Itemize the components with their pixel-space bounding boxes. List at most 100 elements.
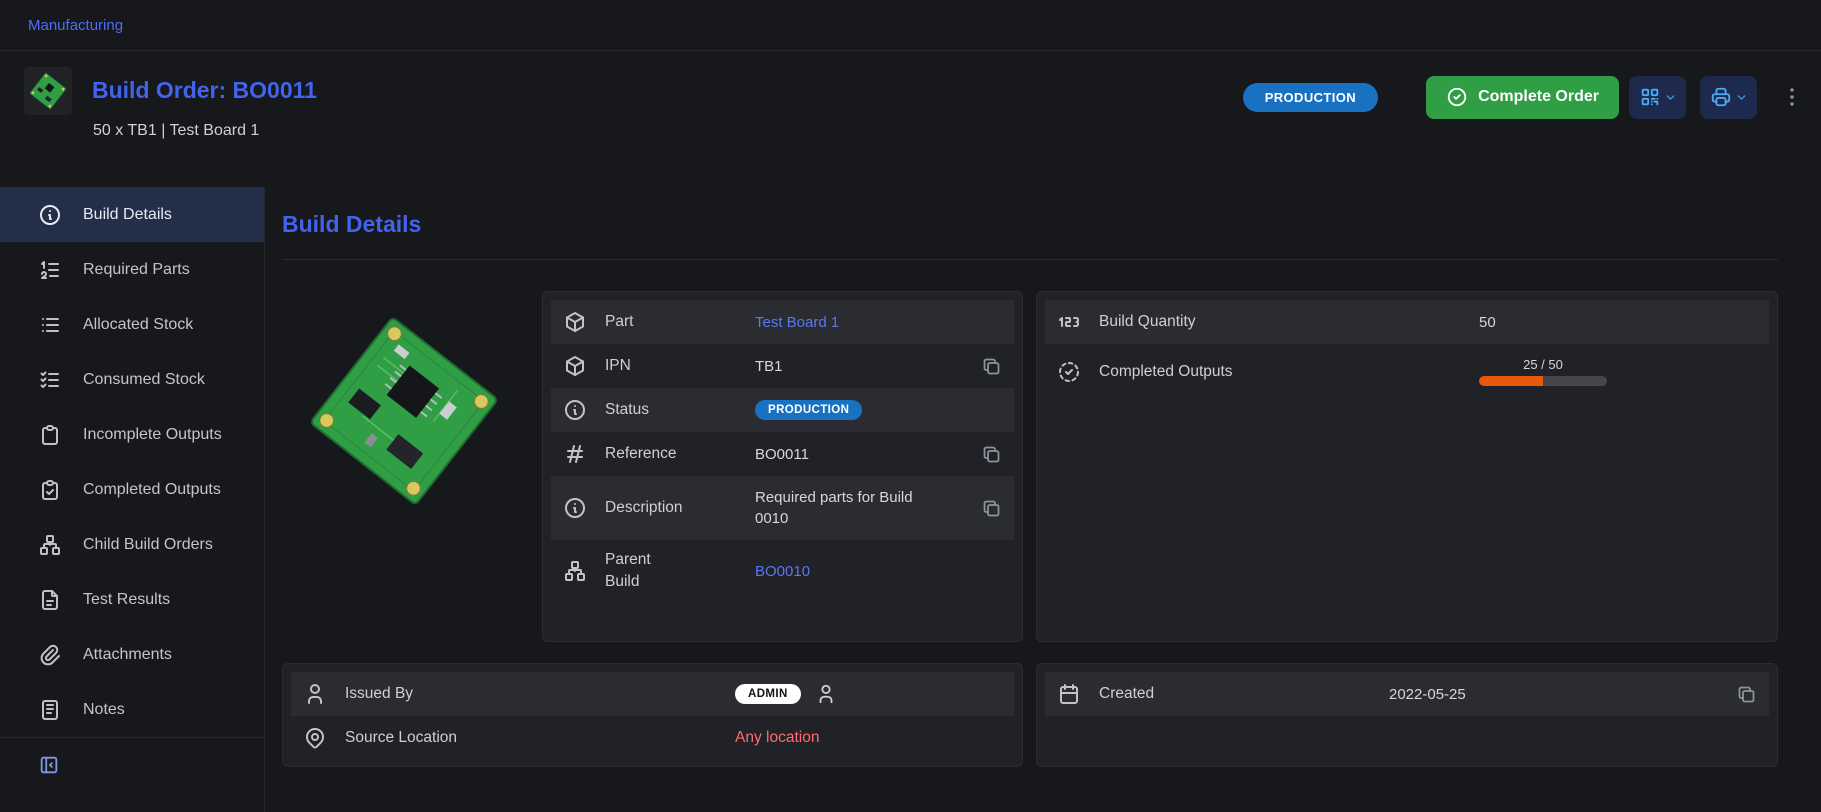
created-value: 2022-05-25 — [1389, 686, 1466, 703]
sidebar-item-consumed-stock[interactable]: Consumed Stock — [0, 352, 264, 407]
detail-label: Source Location — [345, 729, 735, 747]
info-circle-icon — [563, 398, 587, 422]
sidebar-item-attachments[interactable]: Attachments — [0, 627, 264, 682]
hash-icon — [563, 442, 587, 466]
main-panel: Build Details — [265, 187, 1821, 812]
build-details-card: Part Test Board 1 IPN TB1 Status — [542, 291, 1023, 642]
header-actions: PRODUCTION Complete Order — [1243, 75, 1805, 119]
sitemap-icon — [38, 533, 62, 557]
detail-row-ipn: IPN TB1 — [551, 344, 1014, 388]
list-numbers-icon — [38, 258, 62, 282]
dots-vertical-icon — [1780, 85, 1804, 109]
build-thumbnail[interactable] — [24, 67, 72, 115]
info-circle-icon — [563, 496, 587, 520]
sidebar-item-test-results[interactable]: Test Results — [0, 572, 264, 627]
package-icon — [563, 310, 587, 334]
detail-row-description: Description Required parts for Build 001… — [551, 476, 1014, 540]
copy-icon[interactable] — [981, 444, 1002, 465]
source-location-value: Any location — [735, 729, 819, 747]
sidebar-item-label: Child Build Orders — [83, 536, 213, 554]
pcb-thumbnail-image — [25, 68, 71, 114]
detail-row-issued-by: Issued By ADMIN — [291, 672, 1014, 716]
detail-row-created: Created 2022-05-25 — [1045, 672, 1769, 716]
detail-row-parent-build: Parent Build BO0010 — [551, 540, 1014, 602]
part-link[interactable]: Test Board 1 — [755, 314, 839, 331]
copy-icon[interactable] — [1736, 684, 1757, 705]
detail-label: Reference — [605, 445, 755, 463]
breadcrumb: Manufacturing — [0, 0, 1821, 51]
detail-row-completed-outputs: Completed Outputs 25 / 50 — [1045, 344, 1769, 399]
paperclip-icon — [38, 643, 62, 667]
more-actions-button[interactable] — [1779, 84, 1805, 110]
user-icon[interactable] — [815, 683, 837, 705]
copy-icon[interactable] — [981, 498, 1002, 519]
notes-icon — [38, 698, 62, 722]
user-icon — [303, 682, 327, 706]
detail-label: Parent Build — [605, 549, 755, 592]
breadcrumb-link-manufacturing[interactable]: Manufacturing — [28, 17, 123, 34]
qrcode-icon — [1639, 86, 1661, 108]
created-card: Created 2022-05-25 — [1036, 663, 1778, 767]
section-heading: Build Details — [282, 211, 1778, 238]
complete-order-label: Complete Order — [1478, 88, 1599, 106]
chevron-down-icon — [1664, 91, 1677, 104]
issued-by-badge: ADMIN — [735, 684, 801, 704]
detail-row-source-location: Source Location Any location — [291, 716, 1014, 760]
package-icon — [563, 354, 587, 378]
sidebar-item-child-build-orders[interactable]: Child Build Orders — [0, 517, 264, 572]
page-title: Build Order: BO0011 — [92, 77, 317, 104]
sidebar-item-label: Attachments — [83, 646, 172, 664]
sidebar-collapse-button[interactable] — [0, 738, 264, 792]
sidebar-item-label: Required Parts — [83, 261, 190, 279]
info-circle-icon — [38, 203, 62, 227]
completed-outputs-progress: 25 / 50 — [1479, 357, 1607, 386]
detail-label: Build Quantity — [1099, 313, 1479, 331]
detail-row-build-quantity: Build Quantity 50 — [1045, 300, 1769, 344]
detail-row-reference: Reference BO0011 — [551, 432, 1014, 476]
parent-build-link[interactable]: BO0010 — [755, 563, 810, 580]
detail-row-status: Status PRODUCTION — [551, 388, 1014, 432]
page-body: Build Details Required Parts Allocated S… — [0, 187, 1821, 812]
chevron-down-icon — [1735, 91, 1748, 104]
sidebar-item-label: Incomplete Outputs — [83, 426, 222, 444]
circle-check-icon — [1446, 86, 1468, 108]
page-subtitle: 50 x TB1 | Test Board 1 — [93, 122, 259, 140]
detail-label: Created — [1099, 685, 1389, 703]
clipboard-check-icon — [38, 478, 62, 502]
calendar-icon — [1057, 682, 1081, 706]
heading-divider — [282, 259, 1778, 260]
sidebar-item-label: Allocated Stock — [83, 316, 193, 334]
quantity-card: Build Quantity 50 Completed Outputs 25 /… — [1036, 291, 1778, 642]
sidebar-item-label: Build Details — [83, 206, 172, 224]
detail-label: Issued By — [345, 685, 735, 703]
map-pin-icon — [303, 726, 327, 750]
file-text-icon — [38, 588, 62, 612]
print-actions-button[interactable] — [1700, 76, 1757, 119]
printer-icon — [1710, 86, 1732, 108]
page-header: Build Order: BO0011 50 x TB1 | Test Boar… — [0, 51, 1821, 187]
clipboard-icon — [38, 423, 62, 447]
sidebar-item-allocated-stock[interactable]: Allocated Stock — [0, 297, 264, 352]
detail-row-part: Part Test Board 1 — [551, 300, 1014, 344]
sidebar-item-build-details[interactable]: Build Details — [0, 187, 264, 242]
list-check-icon — [38, 368, 62, 392]
sidebar-item-label: Test Results — [83, 591, 170, 609]
sidebar-item-completed-outputs[interactable]: Completed Outputs — [0, 462, 264, 517]
sidebar-item-incomplete-outputs[interactable]: Incomplete Outputs — [0, 407, 264, 462]
progress-bar — [1479, 376, 1607, 386]
copy-icon[interactable] — [981, 356, 1002, 377]
part-image-container — [282, 291, 526, 642]
complete-order-button[interactable]: Complete Order — [1426, 76, 1619, 119]
sidebar-item-notes[interactable]: Notes — [0, 682, 264, 737]
sidebar-item-label: Completed Outputs — [83, 481, 221, 499]
sidebar-collapse-icon — [38, 754, 60, 776]
pcb-image[interactable] — [286, 293, 522, 529]
list-icon — [38, 313, 62, 337]
sidebar-item-label: Notes — [83, 701, 125, 719]
sidebar-item-label: Consumed Stock — [83, 371, 205, 389]
sidebar-item-required-parts[interactable]: Required Parts — [0, 242, 264, 297]
detail-label: IPN — [605, 357, 755, 375]
detail-label: Part — [605, 313, 755, 331]
issued-card: Issued By ADMIN Source Location Any loca… — [282, 663, 1023, 767]
barcode-actions-button[interactable] — [1629, 76, 1686, 119]
